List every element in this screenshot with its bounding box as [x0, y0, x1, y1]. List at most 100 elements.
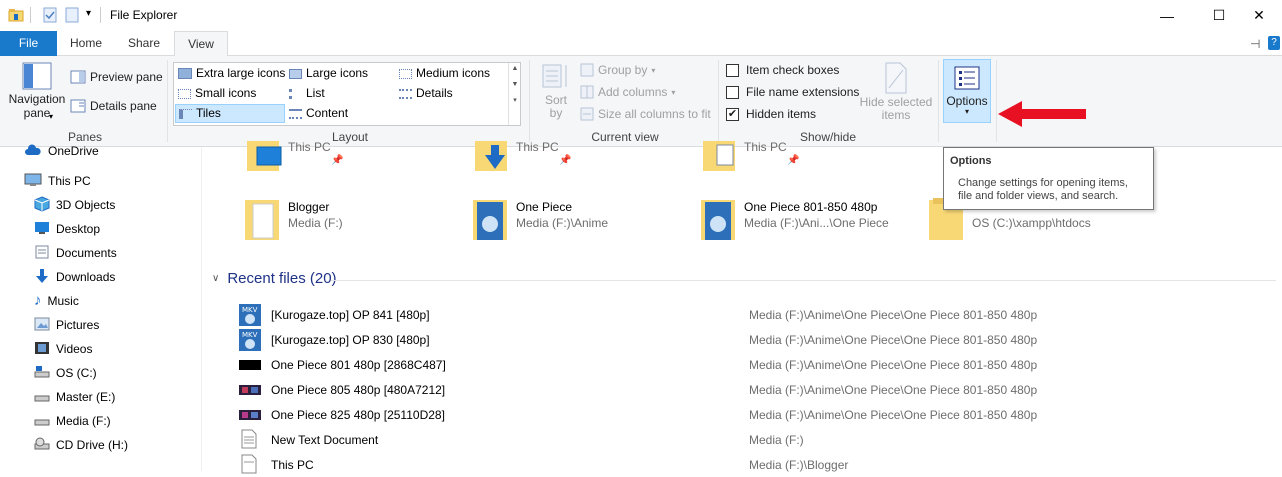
- nav-item-os-c[interactable]: OS (C:): [34, 362, 97, 384]
- scroll-up-icon[interactable]: ▲: [509, 65, 521, 72]
- pin-ribbon-icon[interactable]: ⊣: [1250, 37, 1260, 51]
- hide-selected-items-button[interactable]: Hide selected items: [859, 62, 933, 122]
- collapse-chevron-icon[interactable]: ∨: [212, 273, 219, 284]
- nav-item-master-e[interactable]: Master (E:): [34, 386, 115, 408]
- file-name-extensions-toggle[interactable]: File name extensions: [726, 85, 859, 99]
- recent-file-row[interactable]: One Piece 805 480p [480A7212] Media (F:)…: [238, 377, 1238, 402]
- options-label: Options: [946, 94, 988, 108]
- nav-item-label: Pictures: [56, 318, 100, 332]
- mkv-file-icon: MKV: [238, 303, 262, 330]
- size-columns-icon: [580, 107, 594, 121]
- nav-item-videos[interactable]: Videos: [34, 338, 92, 360]
- options-chevron-icon: ▾: [964, 107, 969, 116]
- recent-file-name: New Text Document: [271, 433, 379, 447]
- nav-item-music[interactable]: ♪ Music: [34, 290, 79, 312]
- preview-pane-button[interactable]: Preview pane: [70, 70, 163, 84]
- properties-quick-icon[interactable]: [42, 7, 58, 26]
- nav-item-label: This PC: [48, 174, 91, 188]
- nav-item-label: Music: [47, 294, 79, 308]
- layout-small-icons[interactable]: Small icons: [175, 84, 285, 103]
- quick-access-tile[interactable]: This PC 📌: [699, 137, 919, 185]
- hidden-items-label: Hidden items: [746, 107, 817, 121]
- svg-text:MKV: MKV: [242, 331, 258, 339]
- file-name-extensions-checkbox[interactable]: [726, 85, 739, 99]
- quick-access-tile[interactable]: This PC 📌: [471, 137, 691, 185]
- preview-pane-label: Preview pane: [90, 70, 163, 84]
- item-check-boxes-checkbox[interactable]: [726, 63, 739, 77]
- nav-item-documents[interactable]: Documents: [34, 242, 117, 264]
- tab-view[interactable]: View: [174, 31, 228, 57]
- nav-item-pictures[interactable]: Pictures: [34, 314, 99, 336]
- quick-access-tile[interactable]: This PC 📌: [243, 137, 463, 185]
- nav-item-label: OS (C:): [56, 366, 97, 380]
- hidden-items-checkbox[interactable]: ✔: [726, 107, 739, 121]
- options-button[interactable]: Options ▾: [943, 59, 991, 123]
- quick-access-tile[interactable]: Blogger Media (F:): [243, 196, 463, 244]
- layout-gallery: Extra large icons Large icons Medium ico…: [173, 62, 521, 126]
- layout-large-icons[interactable]: Large icons: [286, 64, 394, 83]
- close-button[interactable]: ✕: [1236, 0, 1282, 31]
- hidden-items-toggle[interactable]: ✔ Hidden items: [726, 107, 816, 121]
- add-columns-button[interactable]: Add columns ▾: [580, 85, 675, 99]
- small-icons-icon: [178, 88, 191, 99]
- drive-icon: [34, 413, 50, 430]
- tooltip-body-line-2: file and folder views, and search.: [958, 190, 1119, 202]
- hide-selected-icon: [885, 62, 907, 94]
- size-all-columns-button[interactable]: Size all columns to fit: [580, 107, 711, 121]
- layout-list[interactable]: List: [286, 84, 394, 103]
- minimize-button[interactable]: —: [1144, 0, 1190, 31]
- nav-item-this-pc[interactable]: This PC: [24, 170, 91, 192]
- tab-home[interactable]: Home: [62, 31, 110, 56]
- nav-item-3d-objects[interactable]: 3D Objects: [34, 194, 115, 216]
- navigation-pane-chevron-icon[interactable]: ▾: [49, 112, 53, 121]
- item-check-boxes-label: Item check boxes: [746, 63, 840, 77]
- layout-extra-large-icons[interactable]: Extra large icons: [175, 64, 285, 83]
- details-pane-icon: [70, 99, 86, 113]
- recent-file-row[interactable]: New Text Document Media (F:): [238, 427, 1238, 452]
- recent-file-row[interactable]: One Piece 801 480p [2868C487] Media (F:)…: [238, 352, 1238, 377]
- details-pane-button[interactable]: Details pane: [70, 99, 157, 113]
- quick-access-tile[interactable]: One Piece Media (F:)\Anime: [471, 196, 691, 244]
- layout-medium-icons[interactable]: Medium icons: [396, 64, 506, 83]
- group-separator-3: [718, 60, 719, 142]
- layout-details[interactable]: Details: [396, 84, 506, 103]
- nav-item-cd-drive-h[interactable]: CD Drive (H:): [34, 434, 128, 456]
- recent-file-row[interactable]: MKV [Kurogaze.top] OP 830 [480p] Media (…: [238, 327, 1238, 352]
- layout-medium-icons-label: Medium icons: [416, 66, 491, 80]
- nav-item-onedrive[interactable]: OneDrive: [24, 140, 99, 162]
- tab-file[interactable]: File: [0, 31, 57, 56]
- desktop-folder-icon: [243, 137, 283, 180]
- recent-file-row[interactable]: This PC Media (F:)\Blogger: [238, 452, 1238, 477]
- sort-by-button[interactable]: Sort by: [540, 62, 572, 120]
- customize-toolbar-chevron-icon[interactable]: ▾: [86, 8, 91, 19]
- computer-icon: [24, 173, 42, 190]
- recent-file-name: [Kurogaze.top] OP 830 [480p]: [271, 333, 430, 347]
- gallery-more-icon[interactable]: ▾: [509, 96, 521, 104]
- item-check-boxes-toggle[interactable]: Item check boxes: [726, 63, 839, 77]
- group-by-button[interactable]: Group by ▾: [580, 63, 655, 77]
- nav-item-downloads[interactable]: Downloads: [34, 266, 115, 288]
- layout-content[interactable]: Content: [286, 104, 394, 123]
- nav-item-media-f[interactable]: Media (F:): [34, 410, 111, 432]
- new-folder-quick-icon[interactable]: [64, 7, 80, 26]
- tab-share[interactable]: Share: [120, 31, 168, 56]
- recent-file-row[interactable]: One Piece 825 480p [25110D28] Media (F:)…: [238, 402, 1238, 427]
- ribbon: Navigation pane ▾ Preview pane Details p…: [0, 56, 1282, 147]
- scroll-down-icon[interactable]: ▼: [509, 81, 521, 88]
- documents-folder-icon: [699, 137, 739, 180]
- navigation-pane-button[interactable]: Navigation pane: [8, 62, 66, 120]
- tile-path: Media (F:)\Anime: [516, 216, 609, 230]
- cd-drive-icon: [34, 437, 50, 454]
- layout-gallery-scroll[interactable]: ▲ ▼ ▾: [508, 63, 521, 125]
- recent-file-row[interactable]: MKV [Kurogaze.top] OP 841 [480p] Media (…: [238, 302, 1238, 327]
- quick-access-tile[interactable]: One Piece 801-850 480p Media (F:)\Ani...…: [699, 196, 919, 244]
- help-icon[interactable]: ?: [1268, 36, 1280, 50]
- recent-files-header[interactable]: ∨ Recent files (20): [212, 270, 337, 287]
- nav-item-desktop[interactable]: Desktop: [34, 218, 100, 240]
- downloads-folder-icon: [471, 137, 511, 180]
- group-separator-4: [938, 60, 939, 142]
- details-icon: [399, 88, 412, 99]
- layout-tiles[interactable]: Tiles: [175, 104, 285, 123]
- layout-tiles-label: Tiles: [196, 106, 221, 120]
- download-arrow-icon: [34, 268, 50, 287]
